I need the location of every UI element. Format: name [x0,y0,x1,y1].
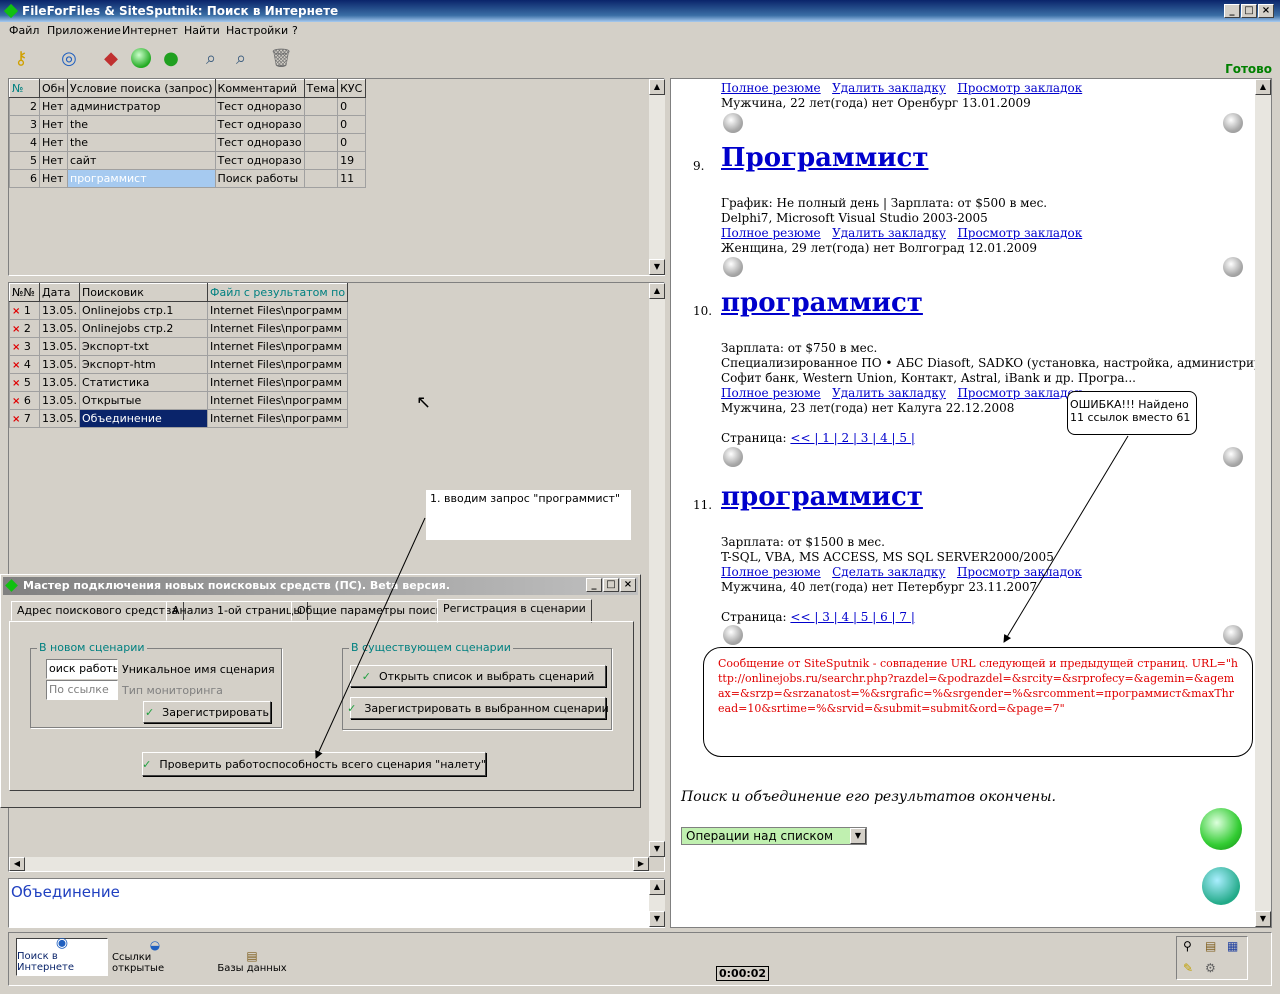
timer: 0:00:02 [716,966,770,981]
search-globe-icon: ◉ [55,935,69,951]
arrow-to-check-button [315,517,426,759]
globe-link-icon: ◒ [149,938,161,952]
database-icon: ▤ [246,949,258,963]
doc-icon[interactable]: ▤ [1205,939,1216,953]
status-bar: ◉ Поиск в Интернете ◒ Ссылки открытые ▤ … [0,930,1280,994]
mini-toolbar: ⚲ ▤ ▦ ✎ ⚙ [1176,936,1248,980]
annotation-arrows [315,435,1129,759]
tools-icon[interactable]: ⚙ [1205,961,1216,975]
open-links-button[interactable]: ◒ Ссылки открытые [112,938,198,976]
arrow-to-message [1003,435,1129,643]
page-icon[interactable]: ▦ [1227,939,1238,953]
search-internet-button[interactable]: ◉ Поиск в Интернете [16,935,108,976]
note-icon[interactable]: ✎ [1183,961,1193,975]
tree-icon[interactable]: ⚲ [1183,939,1192,953]
databases-button[interactable]: ▤ Базы данных [212,938,292,976]
